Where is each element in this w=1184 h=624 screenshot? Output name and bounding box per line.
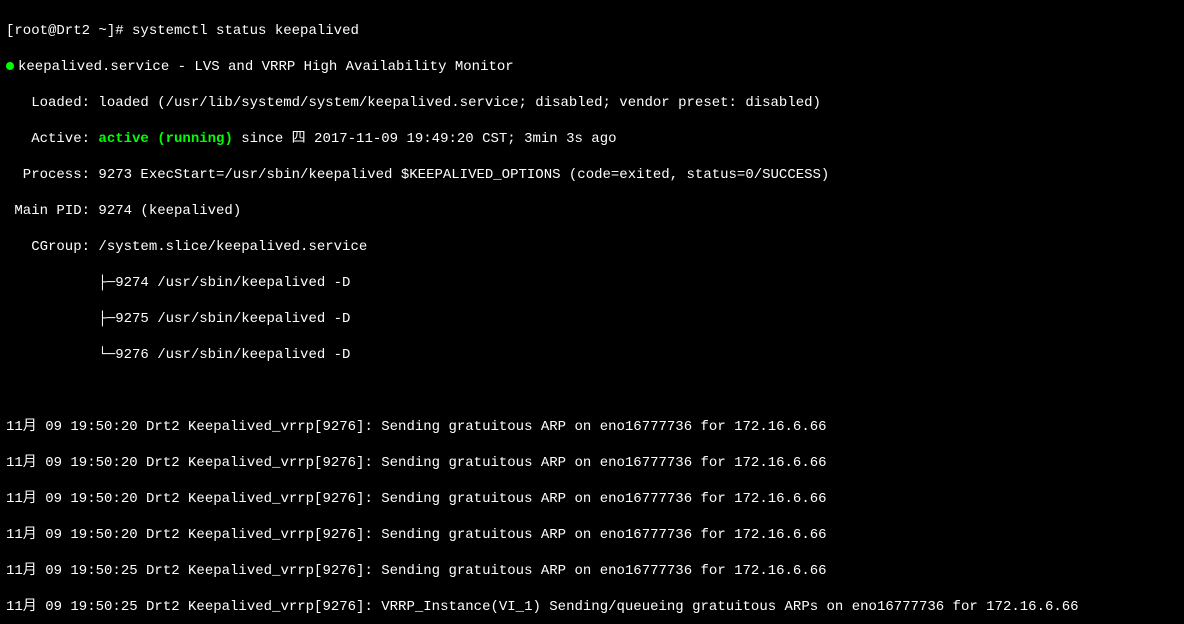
blank-line: [6, 382, 1178, 400]
cgroup-tree-3: └─9276 /usr/sbin/keepalived -D: [6, 346, 1178, 364]
log-line: 11月 09 19:50:25 Drt2 Keepalived_vrrp[927…: [6, 598, 1178, 616]
prompt-user-host: [root@Drt2 ~]#: [6, 23, 132, 39]
cgroup-line: CGroup: /system.slice/keepalived.service: [6, 238, 1178, 256]
active-state: active (running): [98, 131, 232, 147]
log-line: 11月 09 19:50:20 Drt2 Keepalived_vrrp[927…: [6, 418, 1178, 436]
log-line: 11月 09 19:50:20 Drt2 Keepalived_vrrp[927…: [6, 526, 1178, 544]
service-title: keepalived.service - LVS and VRRP High A…: [18, 59, 514, 75]
prompt-line-1: [root@Drt2 ~]# systemctl status keepaliv…: [6, 22, 1178, 40]
loaded-line: Loaded: loaded (/usr/lib/systemd/system/…: [6, 94, 1178, 112]
process-line: Process: 9273 ExecStart=/usr/sbin/keepal…: [6, 166, 1178, 184]
log-line: 11月 09 19:50:25 Drt2 Keepalived_vrrp[927…: [6, 562, 1178, 580]
command-text: systemctl status keepalived: [132, 23, 359, 39]
active-suffix: since 四 2017-11-09 19:49:20 CST; 3min 3s…: [233, 131, 617, 147]
service-header-line: keepalived.service - LVS and VRRP High A…: [6, 58, 1178, 76]
status-dot-icon: [6, 62, 14, 70]
log-line: 11月 09 19:50:20 Drt2 Keepalived_vrrp[927…: [6, 454, 1178, 472]
cgroup-tree-2: ├─9275 /usr/sbin/keepalived -D: [6, 310, 1178, 328]
main-pid-line: Main PID: 9274 (keepalived): [6, 202, 1178, 220]
terminal-output[interactable]: [root@Drt2 ~]# systemctl status keepaliv…: [0, 0, 1184, 624]
active-line: Active: active (running) since 四 2017-11…: [6, 130, 1178, 148]
cgroup-tree-1: ├─9274 /usr/sbin/keepalived -D: [6, 274, 1178, 292]
active-prefix: Active:: [6, 131, 98, 147]
log-line: 11月 09 19:50:20 Drt2 Keepalived_vrrp[927…: [6, 490, 1178, 508]
